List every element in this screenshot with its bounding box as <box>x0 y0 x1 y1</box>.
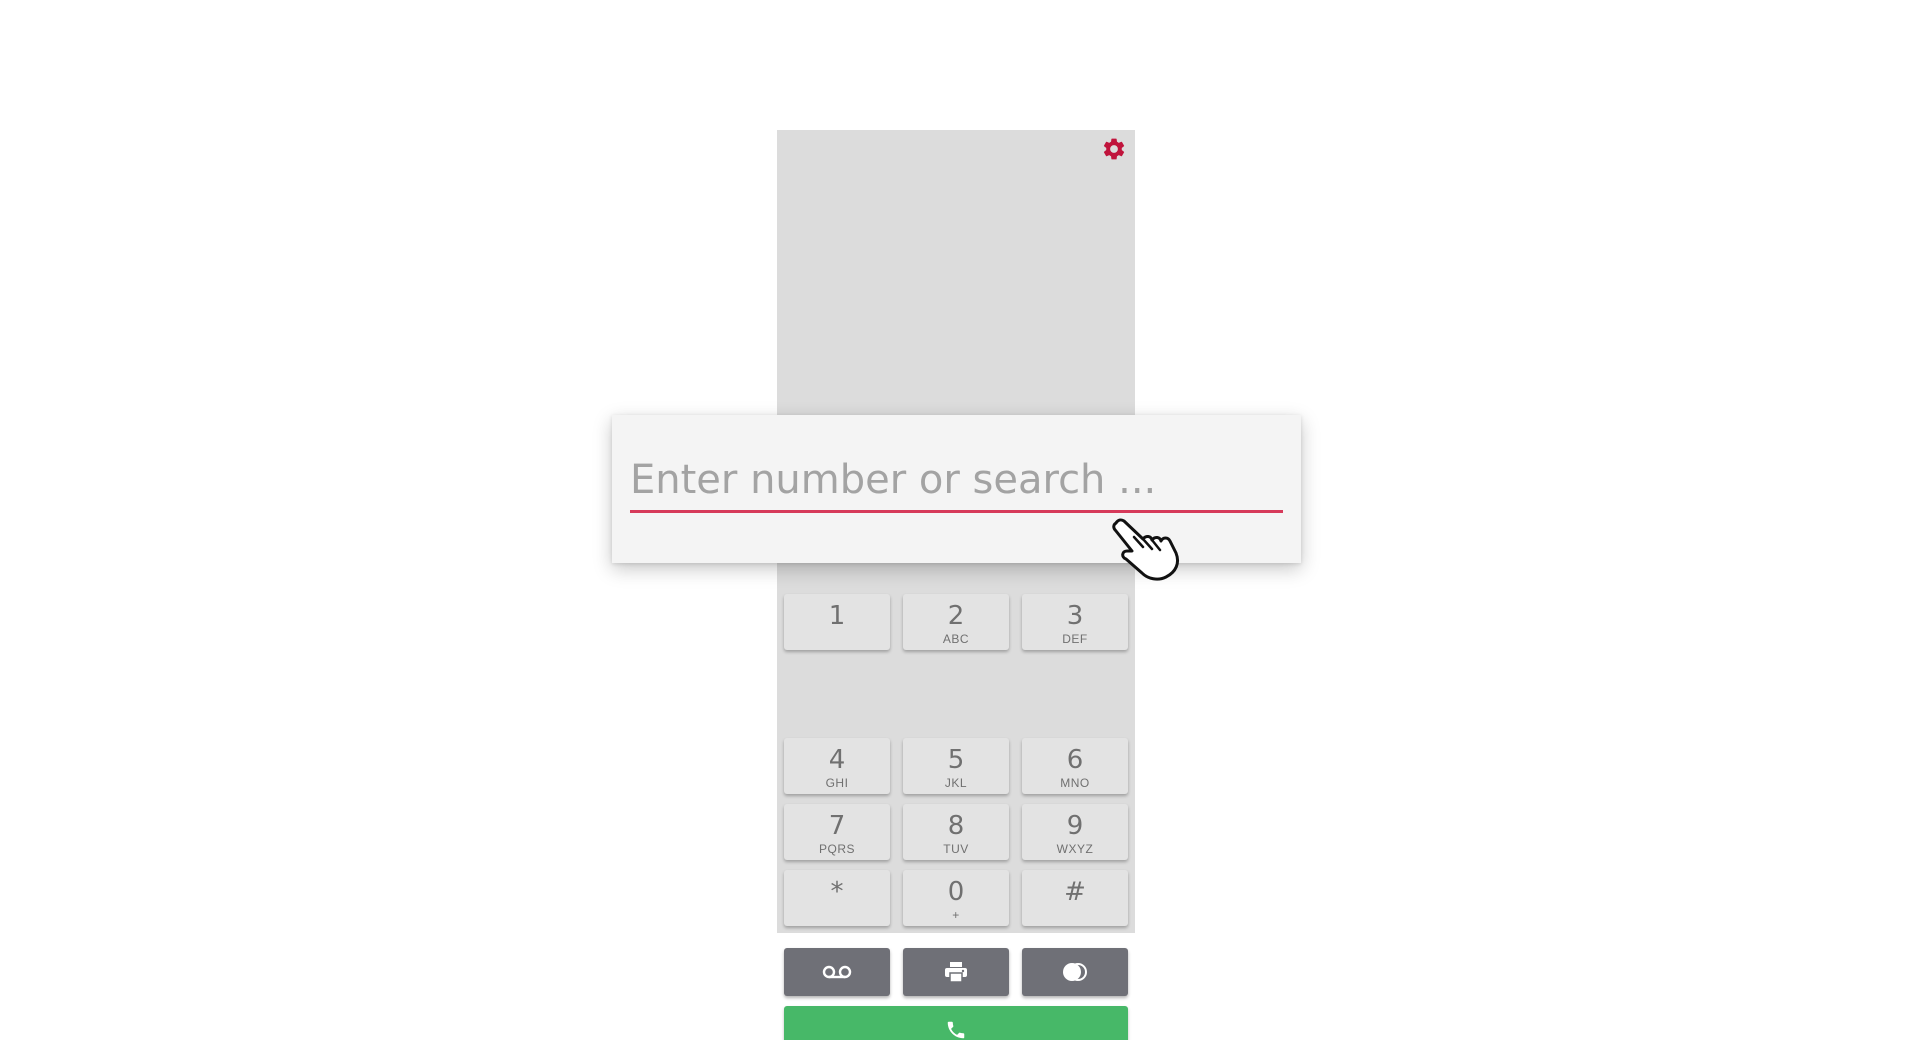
key-letters: JKL <box>944 776 968 790</box>
fax-button[interactable] <box>903 948 1009 996</box>
screen: 1 2 ABC 3 DEF 4 GHI 5 JKL 6 MNO 7 PQRS 8… <box>0 0 1920 1040</box>
key-digit: 5 <box>947 745 965 775</box>
key-9[interactable]: 9 WXYZ <box>1022 804 1128 860</box>
key-digit: 4 <box>828 745 846 775</box>
key-digit: 2 <box>947 601 965 631</box>
search-input[interactable] <box>630 455 1283 513</box>
key-1[interactable]: 1 <box>784 594 890 650</box>
key-6[interactable]: 6 MNO <box>1022 738 1128 794</box>
phone-icon <box>947 1021 965 1039</box>
key-star[interactable]: * <box>784 870 890 926</box>
voicemail-button[interactable] <box>784 948 890 996</box>
function-button-row <box>784 948 1128 996</box>
key-digit: 9 <box>1066 811 1084 841</box>
key-hash[interactable]: # <box>1022 870 1128 926</box>
key-digit: * <box>830 877 844 907</box>
key-digit: 3 <box>1066 601 1084 631</box>
key-8[interactable]: 8 TUV <box>903 804 1009 860</box>
gear-icon <box>1103 138 1125 160</box>
key-digit: 1 <box>828 601 846 631</box>
settings-button[interactable] <box>1101 136 1127 162</box>
key-7[interactable]: 7 PQRS <box>784 804 890 860</box>
key-2[interactable]: 2 ABC <box>903 594 1009 650</box>
key-letters: GHI <box>825 776 849 790</box>
key-letters: DEF <box>1062 632 1088 646</box>
key-4[interactable]: 4 GHI <box>784 738 890 794</box>
key-digit: # <box>1064 877 1086 907</box>
fax-printer-icon <box>945 962 967 983</box>
key-3[interactable]: 3 DEF <box>1022 594 1128 650</box>
call-button[interactable] <box>784 1006 1128 1040</box>
voicemail-icon <box>822 965 852 979</box>
key-letters: WXYZ <box>1056 842 1094 856</box>
key-digit: 6 <box>1066 745 1084 775</box>
key-digit: 8 <box>947 811 965 841</box>
key-letters: + <box>952 908 960 922</box>
key-5[interactable]: 5 JKL <box>903 738 1009 794</box>
search-field-zoom <box>612 415 1301 563</box>
toggle-button[interactable] <box>1022 948 1128 996</box>
key-letters: ABC <box>942 632 970 646</box>
key-letters: PQRS <box>818 842 855 856</box>
toggle-icon <box>1063 963 1087 981</box>
key-letters: TUV <box>943 842 969 856</box>
key-0[interactable]: 0 + <box>903 870 1009 926</box>
key-digit: 0 <box>947 877 965 907</box>
key-digit: 7 <box>828 811 846 841</box>
key-letters: MNO <box>1060 776 1090 790</box>
